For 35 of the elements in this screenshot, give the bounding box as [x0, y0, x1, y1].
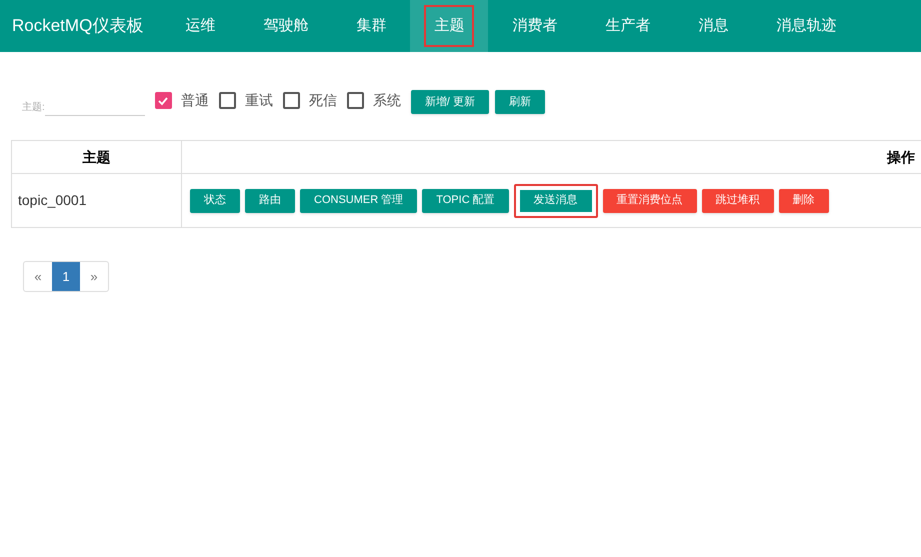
nav-item[interactable]: 生产者 — [595, 4, 660, 48]
checkbox[interactable] — [282, 92, 300, 109]
nav-item[interactable]: 消费者 — [502, 4, 568, 48]
action-button[interactable]: 状态 — [190, 188, 240, 212]
action-button[interactable]: 重置消费位点 — [602, 188, 697, 212]
checkbox-label: 重试 — [244, 91, 273, 110]
brand-title: RocketMQ仪表板 — [12, 15, 144, 38]
action-button[interactable]: CONSUMER 管理 — [300, 188, 418, 212]
action-button[interactable]: TOPIC 配置 — [422, 188, 509, 212]
table-cell: topic_0001 — [12, 174, 182, 227]
toolbar-button[interactable]: 刷新 — [494, 90, 545, 114]
nav-item[interactable]: 主题 — [424, 4, 474, 48]
checkbox[interactable] — [346, 92, 364, 109]
action-button[interactable]: 发送消息 — [514, 184, 598, 218]
toolbar-button[interactable]: 新增/ 更新 — [410, 90, 489, 114]
action-button[interactable]: 跳过堆积 — [702, 188, 774, 212]
action-button[interactable]: 删除 — [778, 188, 829, 212]
checkbox-label: 死信 — [308, 91, 337, 110]
previous-page[interactable]: « — [24, 262, 52, 291]
action-button[interactable]: 路由 — [245, 188, 295, 212]
next-page[interactable]: » — [80, 262, 108, 291]
nav-item[interactable]: 消息 — [688, 4, 738, 48]
page-number[interactable]: 1 — [52, 262, 80, 291]
column-header: 操作 — [886, 148, 916, 166]
check-icon — [157, 94, 170, 106]
topic-label: 主题: — [22, 100, 45, 115]
checkbox-label: 普通 — [180, 91, 209, 110]
checkbox-label: 系统 — [372, 91, 401, 110]
column-header: 主题 — [12, 141, 182, 173]
checkbox[interactable] — [218, 92, 236, 109]
nav-item[interactable]: 集群 — [346, 4, 396, 48]
nav-item[interactable]: 消息轨迹 — [766, 4, 846, 48]
nav-item[interactable]: 驾驶舱 — [253, 4, 318, 48]
checkbox[interactable] — [154, 92, 172, 109]
nav-item[interactable]: 运维 — [175, 4, 226, 48]
